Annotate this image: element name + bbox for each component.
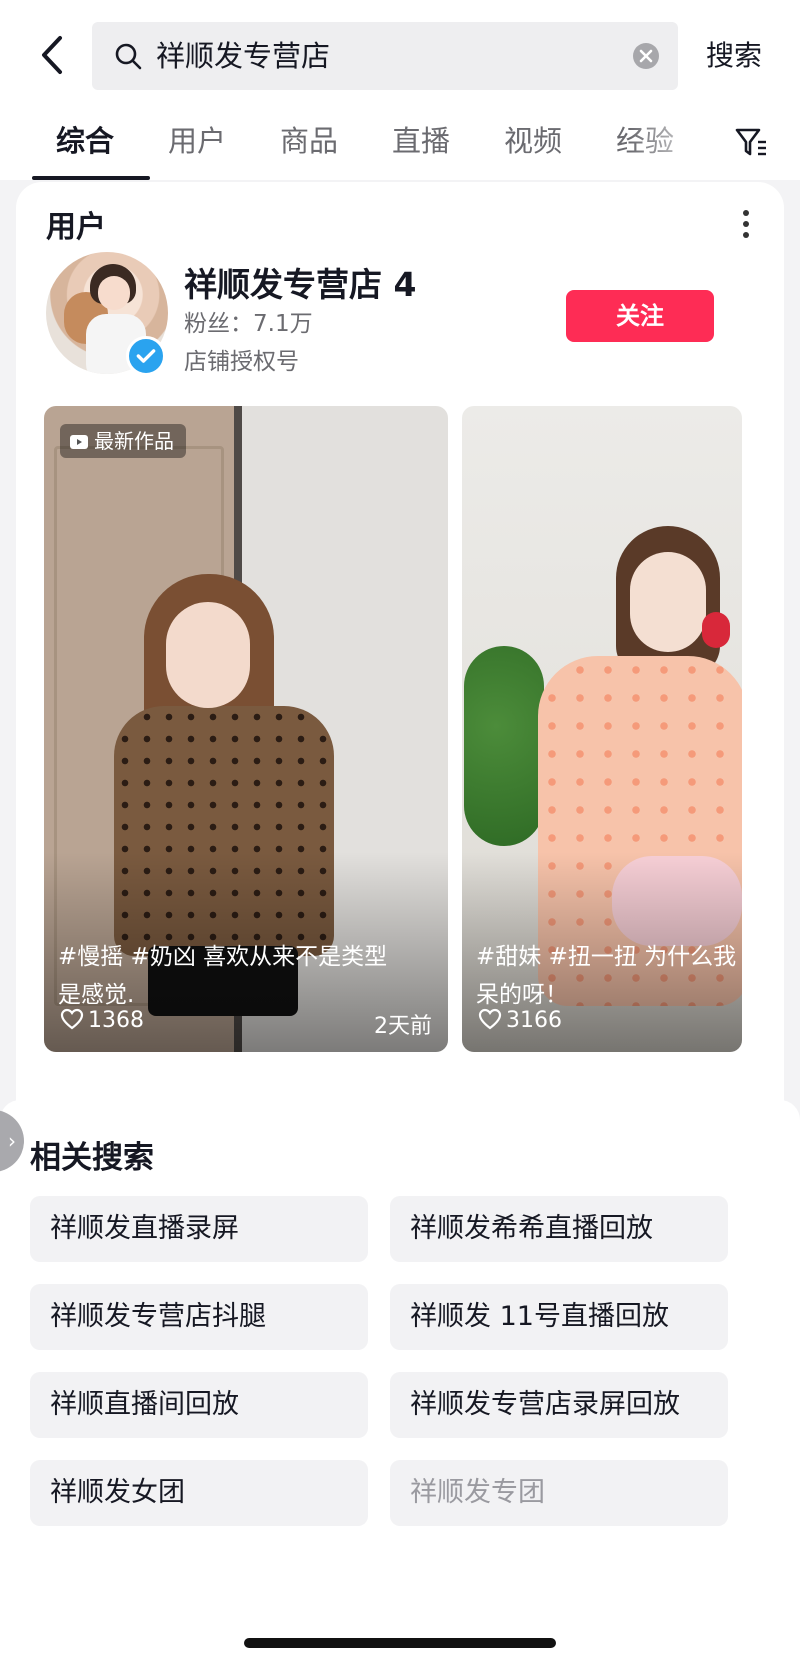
section-title-users: 用户 — [46, 210, 106, 245]
tab-videos[interactable]: 视频 — [504, 116, 562, 166]
home-indicator — [244, 1638, 556, 1648]
search-query-text[interactable]: 祥顺发专营店 — [156, 22, 330, 90]
related-search-chip[interactable]: 祥顺发专团 — [390, 1460, 728, 1526]
tab-users[interactable]: 用户 — [168, 116, 226, 166]
fans-count: 粉丝：7.1万 — [184, 311, 313, 337]
back-arrow-icon[interactable] — [34, 30, 74, 80]
tab-products[interactable]: 商品 — [280, 116, 338, 166]
related-search-chip[interactable]: 祥顺发专营店录屏回放 — [390, 1372, 728, 1438]
tab-comprehensive[interactable]: 综合 — [56, 116, 114, 166]
more-icon[interactable] — [742, 210, 750, 240]
latest-work-badge: 最新作品 — [60, 424, 186, 458]
video-badge-icon — [70, 435, 88, 449]
filter-icon[interactable] — [734, 126, 768, 158]
search-button[interactable]: 搜索 — [706, 22, 762, 90]
follow-button[interactable]: 关注 — [566, 290, 714, 342]
like-count: 1368 — [60, 1008, 144, 1033]
video-caption: #慢摇 #奶凶 喜欢从来不是类型 是感觉. — [58, 944, 388, 1008]
search-input[interactable]: 祥顺发专营店 — [92, 22, 678, 90]
verified-icon — [126, 336, 166, 376]
clear-icon[interactable] — [632, 42, 660, 70]
heart-icon — [478, 1008, 502, 1030]
tab-fade-overlay — [630, 116, 730, 172]
video-time: 2天前 — [374, 1014, 432, 1039]
tab-live[interactable]: 直播 — [392, 116, 450, 166]
like-count: 3166 — [478, 1008, 562, 1033]
tab-bar: 综合 用户 商品 直播 视频 经验 — [0, 116, 800, 180]
related-search-title: 相关搜索 — [30, 1140, 154, 1176]
video-thumbnail-2[interactable]: #甜妹 #扭一扭 为什么我 呆的呀！ 3166 — [462, 406, 742, 1052]
heart-icon — [60, 1008, 84, 1030]
related-search-chip[interactable]: 祥顺直播间回放 — [30, 1372, 368, 1438]
related-search-chip[interactable]: 祥顺发女团 — [30, 1460, 368, 1526]
top-bar: 祥顺发专营店 搜索 — [0, 0, 800, 116]
search-icon — [115, 43, 142, 70]
video-thumbnail-1[interactable]: 最新作品 #慢摇 #奶凶 喜欢从来不是类型 是感觉. 1368 2天前 — [44, 406, 448, 1052]
related-search-chip[interactable]: 祥顺发专营店抖腿 — [30, 1284, 368, 1350]
related-search-chip[interactable]: 祥顺发希希直播回放 — [390, 1196, 728, 1262]
user-name[interactable]: 祥顺发专营店 4 — [184, 258, 416, 306]
related-search-chip[interactable]: 祥顺发 11号直播回放 — [390, 1284, 728, 1350]
video-caption: #甜妹 #扭一扭 为什么我 呆的呀！ — [476, 944, 737, 1008]
related-search-chip[interactable]: 祥顺发直播录屏 — [30, 1196, 368, 1262]
account-type: 店铺授权号 — [184, 349, 299, 375]
